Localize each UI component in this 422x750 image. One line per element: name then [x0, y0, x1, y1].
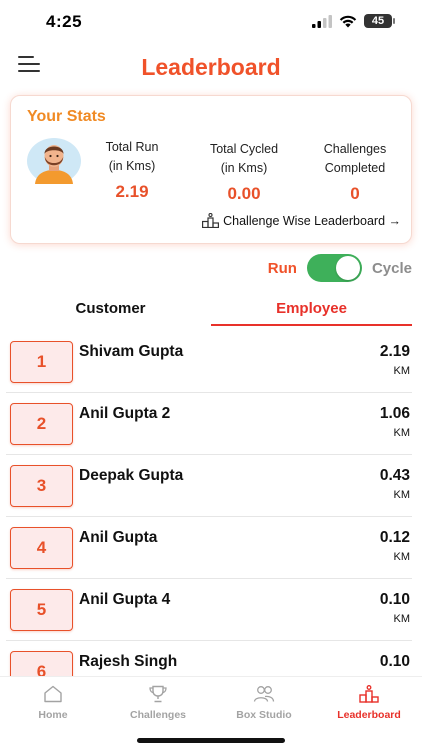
- nav-challenges-label: Challenges: [129, 709, 187, 721]
- distance-value: 2.19: [379, 343, 410, 360]
- stat-cycled-label-2: (in Kms): [220, 161, 268, 175]
- leaderboard-row[interactable]: 2 Anil Gupta 2 1.06 KM: [6, 393, 412, 455]
- leaderboard-row[interactable]: 4 Anil Gupta 0.12 KM: [6, 517, 412, 579]
- toggle-cycle-label[interactable]: Cycle: [372, 260, 412, 277]
- nav-home[interactable]: Home: [3, 685, 103, 721]
- stats-card: Your Stats Total Run (in Kms) 2.19 Total…: [10, 95, 412, 244]
- challenge-link-label: Challenge Wise Leaderboard →: [223, 213, 401, 228]
- rank-badge: 4: [10, 527, 73, 569]
- status-icons: 45: [312, 14, 395, 28]
- nav-home-label: Home: [38, 709, 68, 721]
- tab-customer[interactable]: Customer: [10, 294, 211, 326]
- people-icon: [253, 686, 275, 702]
- stat-total-cycled: Total Cycled (in Kms) 0.00: [191, 140, 297, 203]
- nav-box-studio[interactable]: Box Studio: [214, 685, 314, 721]
- distance-value: 0.12: [379, 529, 410, 546]
- leaderboard-tabs: Customer Employee: [10, 294, 412, 326]
- distance-unit: KM: [393, 551, 411, 563]
- participant-name: Anil Gupta 4: [79, 591, 171, 608]
- stat-total-run: Total Run (in Kms) 2.19: [89, 138, 175, 201]
- nav-leaderboard-label: Leaderboard: [337, 709, 401, 721]
- distance-unit: KM: [393, 427, 411, 439]
- nav-box-studio-label: Box Studio: [236, 709, 292, 721]
- distance-value: 0.10: [379, 591, 410, 608]
- leaderboard-row[interactable]: 6 Rajesh Singh 0.10 KM: [6, 641, 412, 676]
- stat-challenges-label-1: Challenges: [323, 142, 387, 156]
- home-icon: [44, 685, 62, 703]
- leaderboard-row[interactable]: 1 Shivam Gupta 2.19 KM: [6, 331, 412, 393]
- stat-run-label-2: (in Kms): [108, 159, 156, 173]
- rank-badge: 2: [10, 403, 73, 445]
- stat-challenges-completed: Challenges Completed 0: [309, 140, 401, 203]
- participant-name: Rajesh Singh: [79, 653, 178, 670]
- app-header: Leaderboard: [0, 44, 422, 90]
- wifi-icon: [339, 15, 357, 27]
- distance-value: 0.10: [379, 653, 410, 670]
- distance-value: 1.06: [379, 405, 410, 422]
- user-avatar: [27, 138, 81, 184]
- nav-challenges[interactable]: Challenges: [108, 685, 208, 721]
- activity-toggle-row: Run Cycle: [268, 254, 412, 282]
- participant-name: Deepak Gupta: [79, 467, 184, 484]
- stat-challenges-value: 0: [350, 184, 360, 203]
- leaderboard-list[interactable]: 1 Shivam Gupta 2.19 KM 2 Anil Gupta 2 1.…: [0, 331, 422, 676]
- participant-name: Anil Gupta: [79, 529, 158, 546]
- stat-run-label-1: Total Run: [105, 140, 159, 154]
- tab-employee[interactable]: Employee: [211, 294, 412, 326]
- stat-challenges-label-2: Completed: [324, 161, 386, 175]
- home-indicator: [137, 738, 285, 743]
- stat-cycled-label-1: Total Cycled: [209, 142, 279, 156]
- battery-icon: 45: [364, 14, 395, 28]
- trophy-icon: [149, 685, 167, 703]
- signal-icon: [312, 14, 332, 28]
- status-time: 4:25: [46, 12, 83, 31]
- run-cycle-switch[interactable]: [306, 254, 362, 282]
- rank-badge: 3: [10, 465, 73, 507]
- participant-name: Anil Gupta 2: [79, 405, 171, 422]
- toggle-run-label[interactable]: Run: [268, 260, 297, 277]
- stat-run-value: 2.19: [115, 182, 149, 201]
- challenge-wise-leaderboard-link[interactable]: Challenge Wise Leaderboard →: [202, 213, 401, 228]
- status-bar: 4:25 45: [0, 0, 422, 44]
- leaderboard-row[interactable]: 5 Anil Gupta 4 0.10 KM: [6, 579, 412, 641]
- participant-name: Shivam Gupta: [79, 343, 184, 360]
- distance-unit: KM: [393, 489, 411, 501]
- nav-leaderboard[interactable]: Leaderboard: [319, 685, 419, 721]
- stats-title: Your Stats: [27, 108, 106, 125]
- distance-unit: KM: [393, 365, 411, 377]
- rank-badge: 1: [10, 341, 73, 383]
- rank-badge: 5: [10, 589, 73, 631]
- podium-icon: [359, 685, 379, 703]
- switch-knob: [335, 256, 360, 280]
- page-title: Leaderboard: [141, 54, 281, 80]
- distance-unit: KM: [393, 613, 411, 625]
- leaderboard-row[interactable]: 3 Deepak Gupta 0.43 KM: [6, 455, 412, 517]
- podium-icon: [202, 213, 220, 228]
- stat-cycled-value: 0.00: [227, 184, 261, 203]
- distance-value: 0.43: [379, 467, 410, 484]
- rank-badge: 6: [10, 651, 73, 676]
